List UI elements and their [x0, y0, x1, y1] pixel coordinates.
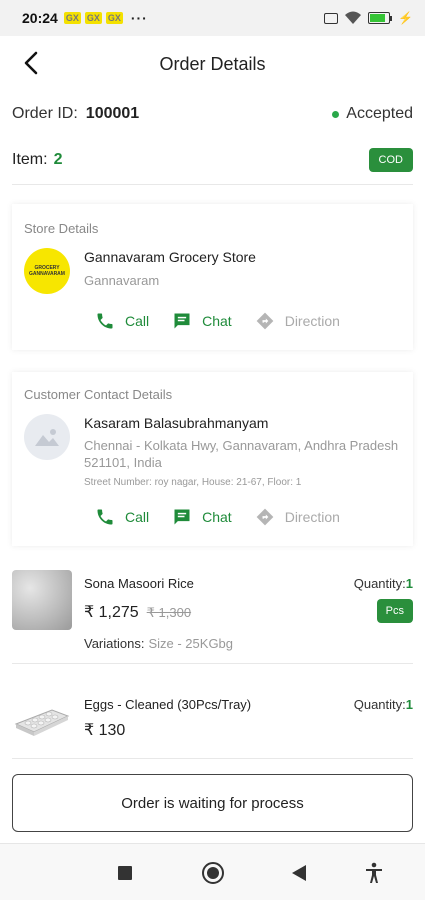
item-count-value: 2: [53, 151, 63, 168]
system-nav-bar: [0, 843, 425, 900]
store-call-label: Call: [125, 313, 150, 329]
app-header: Order Details: [0, 36, 425, 92]
customer-direction-button[interactable]: Direction: [254, 506, 340, 528]
back-button[interactable]: [14, 46, 48, 80]
order-status: Accepted: [332, 105, 413, 123]
divider: [12, 758, 413, 759]
product-name: Eggs - Cleaned (30Pcs/Tray): [84, 697, 252, 712]
store-direction-label: Direction: [284, 313, 340, 329]
chat-icon: [171, 310, 193, 332]
product-quantity: Quantity:1: [354, 576, 413, 591]
gx-indicator-2: GX: [84, 12, 102, 24]
variation-label: Variations:: [84, 636, 145, 651]
phone-icon: [94, 506, 116, 528]
product-quantity: Quantity:1: [354, 697, 413, 712]
product-name: Sona Masoori Rice: [84, 576, 194, 591]
status-dot-icon: [332, 110, 340, 118]
system-back-button[interactable]: [286, 860, 312, 886]
image-placeholder-icon: [35, 429, 59, 446]
customer-actions: Call Chat Direction: [94, 506, 362, 528]
customer-address: Chennai - Kolkata Hwy, Gannavaram, Andhr…: [84, 438, 399, 470]
recent-apps-button[interactable]: [112, 860, 138, 886]
order-id-value: 100001: [85, 105, 140, 122]
phone-icon: [94, 310, 116, 332]
customer-details-card: Customer Contact Details Kasaram Balasub…: [12, 372, 413, 546]
order-status-label: Accepted: [346, 105, 413, 122]
home-circle-icon: [202, 862, 224, 884]
store-name: Gannavaram Grocery Store: [84, 249, 256, 265]
order-id-label: Order ID:: [12, 105, 78, 122]
item-label: Item:: [12, 151, 48, 168]
divider: [12, 663, 413, 664]
quantity-label: Quantity:: [353, 576, 406, 591]
store-section-title: Store Details: [24, 221, 99, 236]
page-title: Order Details: [159, 53, 266, 74]
product-price: ₹ 130: [84, 722, 126, 739]
customer-call-button[interactable]: Call: [94, 506, 149, 528]
status-bar: 20:24 GX GX GX ··· ⚡: [0, 0, 425, 36]
customer-chat-label: Chat: [202, 509, 232, 525]
status-time: 20:24: [22, 10, 58, 26]
gx-indicator-1: GX: [63, 12, 81, 24]
order-process-button[interactable]: Order is waiting for process: [12, 774, 413, 832]
charging-icon: ⚡: [398, 11, 413, 25]
chat-icon: [171, 506, 193, 528]
customer-name: Kasaram Balasubrahmanyam: [84, 415, 269, 431]
square-icon: [118, 866, 132, 880]
quantity-value: 1: [405, 576, 413, 591]
quantity-value: 1: [405, 697, 413, 712]
order-id-row: Order ID: 100001 Accepted: [12, 100, 413, 128]
store-logo-text-bottom: GANNAVARAM: [29, 271, 65, 277]
product-price-row: ₹ 1,275 ₹ 1,300: [84, 602, 191, 622]
battery-icon: [368, 12, 393, 24]
divider: [12, 184, 413, 185]
accessibility-button[interactable]: [361, 860, 387, 886]
product-variation: Variations: Size - 25KGbg: [84, 636, 233, 651]
direction-icon: [254, 310, 276, 332]
store-location: Gannavaram: [84, 273, 160, 288]
quantity-label: Quantity:: [353, 697, 406, 712]
status-icons: ⚡: [324, 11, 413, 25]
store-chat-label: Chat: [202, 313, 232, 329]
customer-section-title: Customer Contact Details: [24, 387, 173, 402]
wifi-icon: [345, 11, 362, 24]
back-arrow-icon: [24, 51, 38, 75]
product-price-row: ₹ 130: [84, 720, 125, 740]
customer-direction-label: Direction: [284, 509, 340, 525]
accessibility-icon: [366, 862, 382, 883]
store-actions: Call Chat Direction: [94, 310, 362, 332]
store-details-card: Store Details GROCERY GANNAVARAM Gannava…: [12, 204, 413, 350]
store-direction-button[interactable]: Direction: [254, 310, 340, 332]
product-price: ₹ 1,275: [84, 604, 139, 621]
store-logo: GROCERY GANNAVARAM: [24, 248, 70, 294]
store-call-button[interactable]: Call: [94, 310, 149, 332]
unit-badge: Pcs: [376, 599, 413, 623]
item-count-row: Item: 2 COD: [12, 146, 413, 174]
product-image-eggs: [14, 709, 70, 736]
customer-call-label: Call: [125, 509, 150, 525]
product-old-price: ₹ 1,300: [146, 605, 192, 620]
customer-street: Street Number: roy nagar, House: 21-67, …: [84, 477, 302, 488]
payment-method-badge: COD: [368, 148, 413, 172]
home-button[interactable]: [200, 860, 226, 886]
back-triangle-icon: [292, 865, 306, 881]
gx-indicator-3: GX: [105, 12, 123, 24]
more-notifications-icon: ···: [130, 10, 148, 26]
customer-chat-button[interactable]: Chat: [171, 506, 232, 528]
store-chat-button[interactable]: Chat: [171, 310, 232, 332]
direction-icon: [254, 506, 276, 528]
variation-value: Size - 25KGbg: [148, 636, 234, 651]
customer-avatar: [24, 414, 70, 460]
sim-icon: [324, 12, 339, 24]
product-image-rice: [12, 570, 72, 630]
